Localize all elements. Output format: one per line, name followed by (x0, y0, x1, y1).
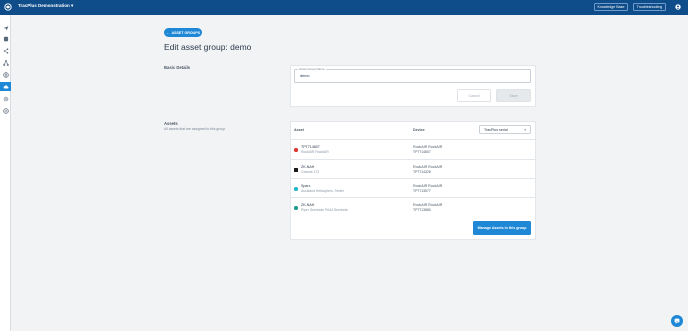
asset-model: Auckland Helicopters, Tester (301, 189, 344, 193)
assets-description: All assets that are assigned to this gro… (164, 127, 226, 131)
asset-model: Cessna 172 (301, 170, 320, 174)
column-header-device: Device (413, 128, 425, 132)
device-type: RockAIR RockAIR (413, 164, 443, 169)
assets-heading: Assets (164, 121, 178, 126)
device-type: RockAIR RockAIR (413, 183, 443, 188)
sidebar-item-asset-groups[interactable] (0, 82, 11, 91)
column-header-asset: Asset (294, 128, 304, 132)
asset-name: Sparx (301, 183, 311, 188)
database-icon (3, 36, 8, 41)
cloud-icon (3, 84, 8, 89)
sidebar-item-settings[interactable] (0, 94, 11, 103)
grid-icon (2, 107, 9, 114)
sidebar-item-data[interactable] (0, 34, 11, 43)
chat-support-button[interactable] (671, 315, 683, 327)
device-type: RockAIR RockAIR (413, 202, 443, 207)
device-type: RockAIR RockAIR (413, 144, 443, 149)
page-title: Edit asset group: demo (164, 42, 252, 52)
asset-name: ZK-NAH (301, 164, 315, 169)
cancel-button[interactable]: Cancel (457, 89, 491, 102)
sidebar-item-organisation[interactable] (0, 58, 11, 67)
chevron-down-icon: ▾ (71, 3, 74, 8)
basic-details-heading: Basic Details (164, 65, 191, 70)
organisation-selector[interactable]: TracPlus Demonstration ▾ (18, 3, 73, 9)
organisation-name: TracPlus Demonstration (18, 3, 70, 8)
table-row[interactable]: ZK-NAH Piper Seminole PA44 Seminole Rock… (290, 197, 536, 217)
globe-icon (2, 71, 9, 78)
asset-name: ZK-NAH (301, 202, 315, 207)
asset-model: RockAIR RockAIR (301, 150, 329, 154)
sidebar-item-flights[interactable] (0, 23, 11, 32)
device-identifier-value: TracPlus serial (484, 127, 508, 132)
flight-icon (3, 25, 8, 30)
asset-color-dot (294, 206, 298, 210)
share-icon (3, 47, 8, 54)
device-id: TPT713577 (413, 189, 431, 193)
device-id: TPT714807 (413, 150, 431, 154)
back-button-label: ASSET GROUPS (171, 30, 201, 35)
asset-color-dot (294, 168, 298, 172)
back-to-asset-groups-button[interactable]: ← ASSET GROUPS (164, 28, 202, 37)
table-row[interactable]: ZK-NAH Cessna 172 RockAIR RockAIR TPT714… (290, 159, 536, 179)
sidebar-item-sharing[interactable] (0, 46, 11, 55)
gear-icon (3, 96, 8, 101)
user-account-icon[interactable] (675, 4, 681, 10)
asset-name: TPT714807 (301, 144, 320, 149)
table-row[interactable]: Sparx Auckland Helicopters, Tester RockA… (290, 178, 536, 198)
device-id: TPT714328 (413, 170, 431, 174)
troubleshooting-button[interactable]: Troubleshooting (633, 3, 666, 11)
sidebar-item-map[interactable] (0, 70, 11, 79)
table-row[interactable]: TPT714807 RockAIR RockAIR RockAIR RockAI… (290, 139, 536, 159)
top-bar: TracPlus Demonstration ▾ Knowledge Base … (0, 0, 688, 15)
save-button[interactable]: Save (496, 89, 531, 102)
knowledge-base-button[interactable]: Knowledge Base (594, 3, 628, 11)
org-chart-icon (2, 59, 9, 66)
chevron-down-icon: ▾ (524, 127, 526, 132)
sidebar-item-apps[interactable] (0, 106, 11, 115)
asset-color-dot (294, 187, 298, 191)
asset-color-dot (294, 148, 298, 152)
tracplus-logo-icon[interactable] (4, 3, 12, 11)
asset-group-name-label: Asset Group Name (298, 67, 326, 71)
sidebar (0, 15, 11, 331)
asset-model: Piper Seminole PA44 Seminole (301, 208, 349, 212)
chat-icon (674, 318, 680, 324)
manage-assets-button[interactable]: Manage Assets in this group (473, 221, 531, 235)
device-identifier-select[interactable]: TracPlus serial ▾ (479, 125, 531, 134)
arrow-left-icon: ← (165, 30, 170, 35)
asset-group-name-input[interactable]: demo (294, 69, 531, 83)
device-id: TPT713880 (413, 208, 431, 212)
